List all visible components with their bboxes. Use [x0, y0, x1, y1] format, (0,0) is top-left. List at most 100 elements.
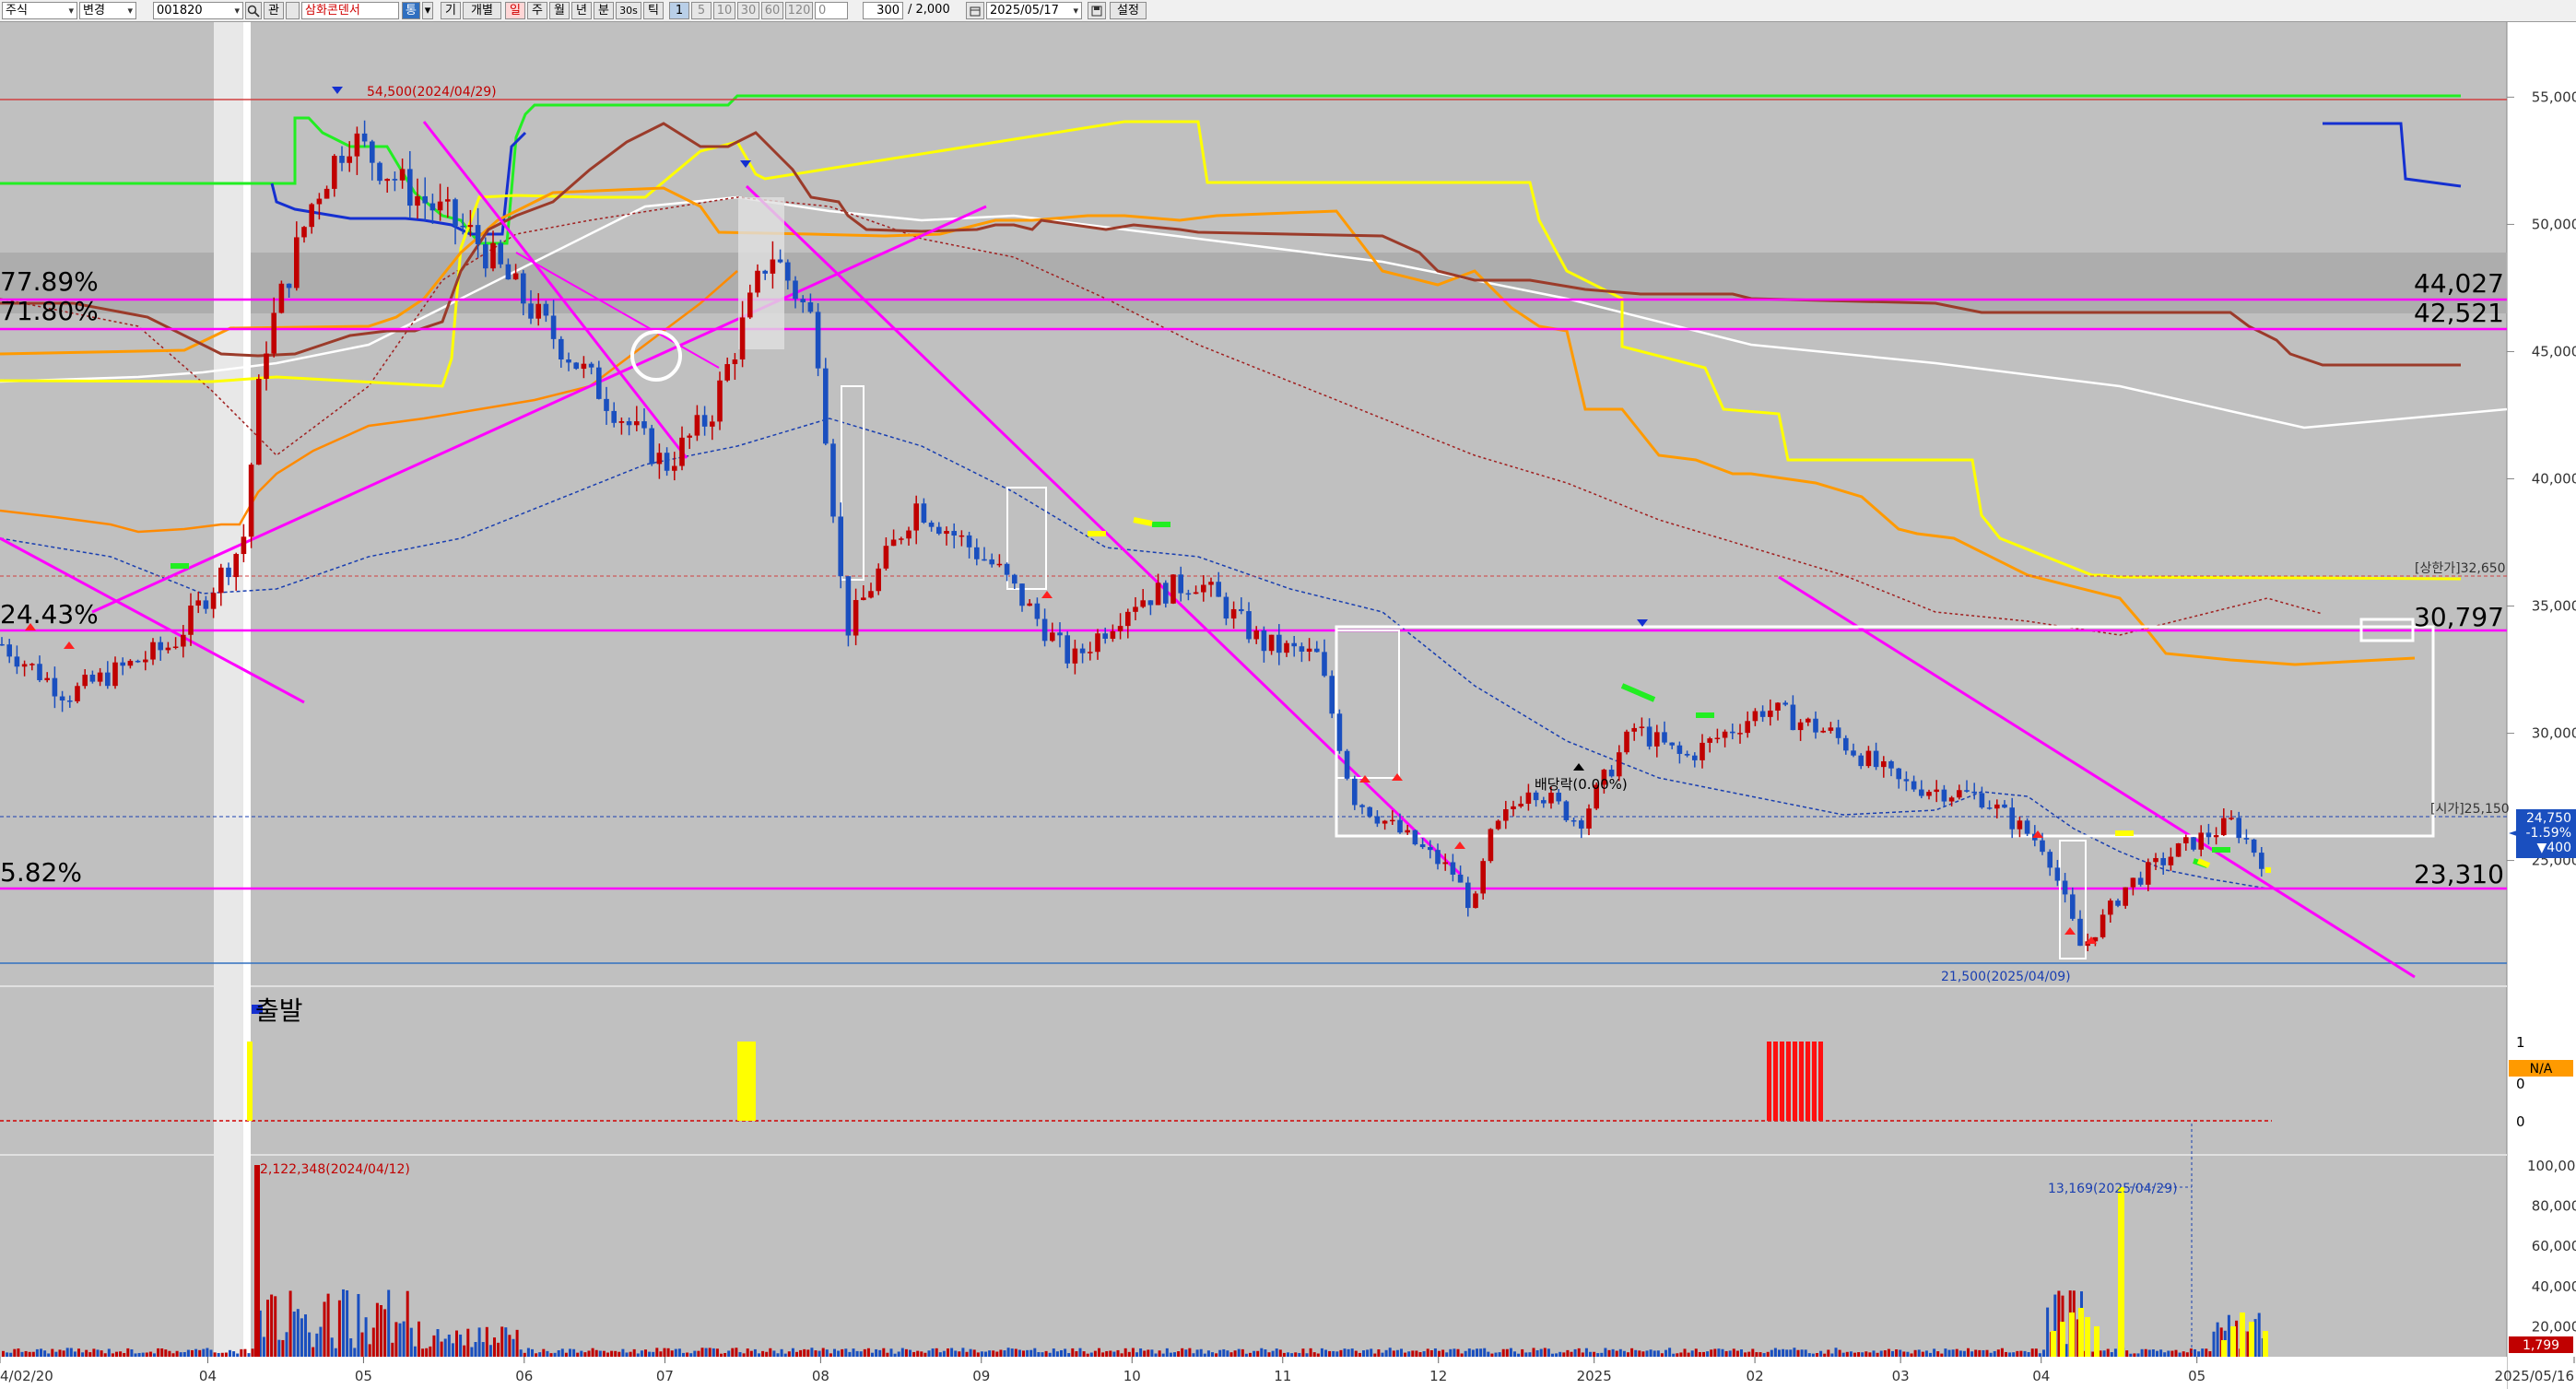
volume-bar: [1944, 1348, 1947, 1357]
candle-body: [2002, 804, 2007, 808]
volume-bar: [326, 1293, 330, 1357]
volume-bar: [2253, 1319, 2257, 1357]
volume-bar: [1017, 1349, 1021, 1357]
hot-badge-icon[interactable]: [286, 2, 300, 19]
mode-select[interactable]: 변경: [79, 2, 136, 19]
tick-count-value: 0: [818, 4, 827, 18]
candle-body: [377, 162, 382, 182]
period-month-tab[interactable]: 월: [549, 2, 570, 19]
code-input[interactable]: 001820: [153, 2, 243, 19]
volume-bar: [1195, 1349, 1199, 1357]
volume-bar: [20, 1351, 24, 1357]
volume-bar: [1173, 1352, 1176, 1357]
volume-bar: [2167, 1350, 2170, 1357]
minute-30-button[interactable]: 30: [737, 2, 759, 19]
period-day-tab[interactable]: 일: [505, 2, 525, 19]
tong-button[interactable]: 통: [402, 2, 420, 19]
date-input[interactable]: 2025/05/17: [986, 2, 1082, 19]
candle-body: [2062, 880, 2068, 895]
y-tick-label: 45,000: [2532, 343, 2576, 359]
candle-body: [165, 647, 171, 651]
candle-body: [1480, 861, 1486, 894]
volume-bar: [704, 1348, 708, 1357]
volume-bar: [1721, 1348, 1724, 1357]
volume-bar: [2012, 1352, 2016, 1357]
volume-bar: [886, 1352, 889, 1357]
volume-bar: [723, 1352, 727, 1357]
period-30s-tab[interactable]: 30s: [616, 2, 641, 19]
volume-bar: [1301, 1348, 1305, 1357]
candle-body: [1079, 648, 1086, 653]
volume-bar: [1471, 1349, 1475, 1357]
minute-60-button[interactable]: 60: [761, 2, 783, 19]
volume-bar: [1218, 1349, 1222, 1357]
gaebyeol-button[interactable]: 개별: [463, 2, 501, 19]
candle-body: [1291, 642, 1297, 647]
volume-bar: [391, 1342, 394, 1357]
tick-count-input[interactable]: 0: [815, 2, 848, 19]
volume-high-annotation: 2,122,348(2024/04/12): [260, 1162, 410, 1177]
volume-bar: [2057, 1290, 2061, 1357]
minute-10-button[interactable]: 10: [713, 2, 735, 19]
volume-bar: [1807, 1353, 1811, 1357]
volume-bar: [1849, 1351, 1853, 1357]
minute-5-button[interactable]: 5: [691, 2, 712, 19]
period-minute-tab[interactable]: 분: [594, 2, 614, 19]
period-year-tab[interactable]: 년: [571, 2, 592, 19]
candle-body: [2251, 839, 2257, 853]
ki-button[interactable]: 기: [441, 2, 461, 19]
volume-bar: [1732, 1348, 1735, 1357]
minute-1-button[interactable]: 1: [669, 2, 689, 19]
candle-body: [1428, 847, 1433, 851]
volume-bar: [1660, 1353, 1664, 1357]
volume-bar: [2197, 1351, 2201, 1357]
volume-bar-yellow: [2069, 1312, 2075, 1357]
candle-body: [1223, 596, 1229, 619]
volume-bar: [2133, 1353, 2136, 1357]
kwan-button[interactable]: 관: [264, 2, 284, 19]
candle-body: [1820, 730, 1826, 733]
volume-bar: [485, 1326, 488, 1357]
candle-body: [1911, 781, 1917, 790]
volume-bar: [1135, 1352, 1138, 1357]
volume-bar: [1479, 1348, 1483, 1357]
candle-body: [2077, 918, 2083, 947]
volume-bar: [1517, 1353, 1521, 1357]
volume-bar: [1683, 1348, 1687, 1357]
volume-bar: [2178, 1352, 2182, 1357]
volume-bar: [1672, 1353, 1676, 1357]
volume-bar: [1370, 1348, 1373, 1357]
volume-bar: [606, 1352, 609, 1357]
volume-bar: [274, 1296, 277, 1357]
market-select[interactable]: 주식: [2, 2, 77, 19]
settings-button[interactable]: 설정: [1110, 2, 1147, 19]
candle-body: [1450, 862, 1456, 875]
candle-body: [1382, 820, 1388, 824]
volume-bar: [2208, 1351, 2212, 1357]
volume-bar: [889, 1348, 893, 1357]
candle-body: [1676, 745, 1683, 754]
volume-bar: [787, 1351, 791, 1357]
candle-body: [2070, 894, 2076, 919]
calendar-icon[interactable]: [966, 2, 984, 19]
signal-bar: [737, 1042, 756, 1121]
volume-bar: [9, 1352, 13, 1357]
volume-bar: [2227, 1314, 2230, 1357]
candle-body: [1276, 634, 1282, 653]
volume-bar: [984, 1351, 987, 1357]
bar-count-input[interactable]: 300: [863, 2, 903, 19]
search-icon[interactable]: [245, 2, 262, 19]
y-tick-label: 35,000: [2532, 598, 2576, 615]
candle-body: [1518, 804, 1523, 806]
tong-dropdown-icon[interactable]: ▾: [422, 2, 433, 19]
x-tick-label: 04: [2032, 1368, 2050, 1384]
minute-120-button[interactable]: 120: [785, 2, 813, 19]
save-icon[interactable]: [1088, 2, 1106, 19]
volume-bar: [1958, 1350, 1962, 1357]
volume-bar: [1476, 1348, 1478, 1357]
period-tick-tab[interactable]: 틱: [643, 2, 664, 19]
period-week-tab[interactable]: 주: [527, 2, 547, 19]
volume-bar: [1596, 1353, 1600, 1357]
volume-bar: [776, 1353, 780, 1357]
x-tick-label: 10: [1123, 1368, 1141, 1384]
